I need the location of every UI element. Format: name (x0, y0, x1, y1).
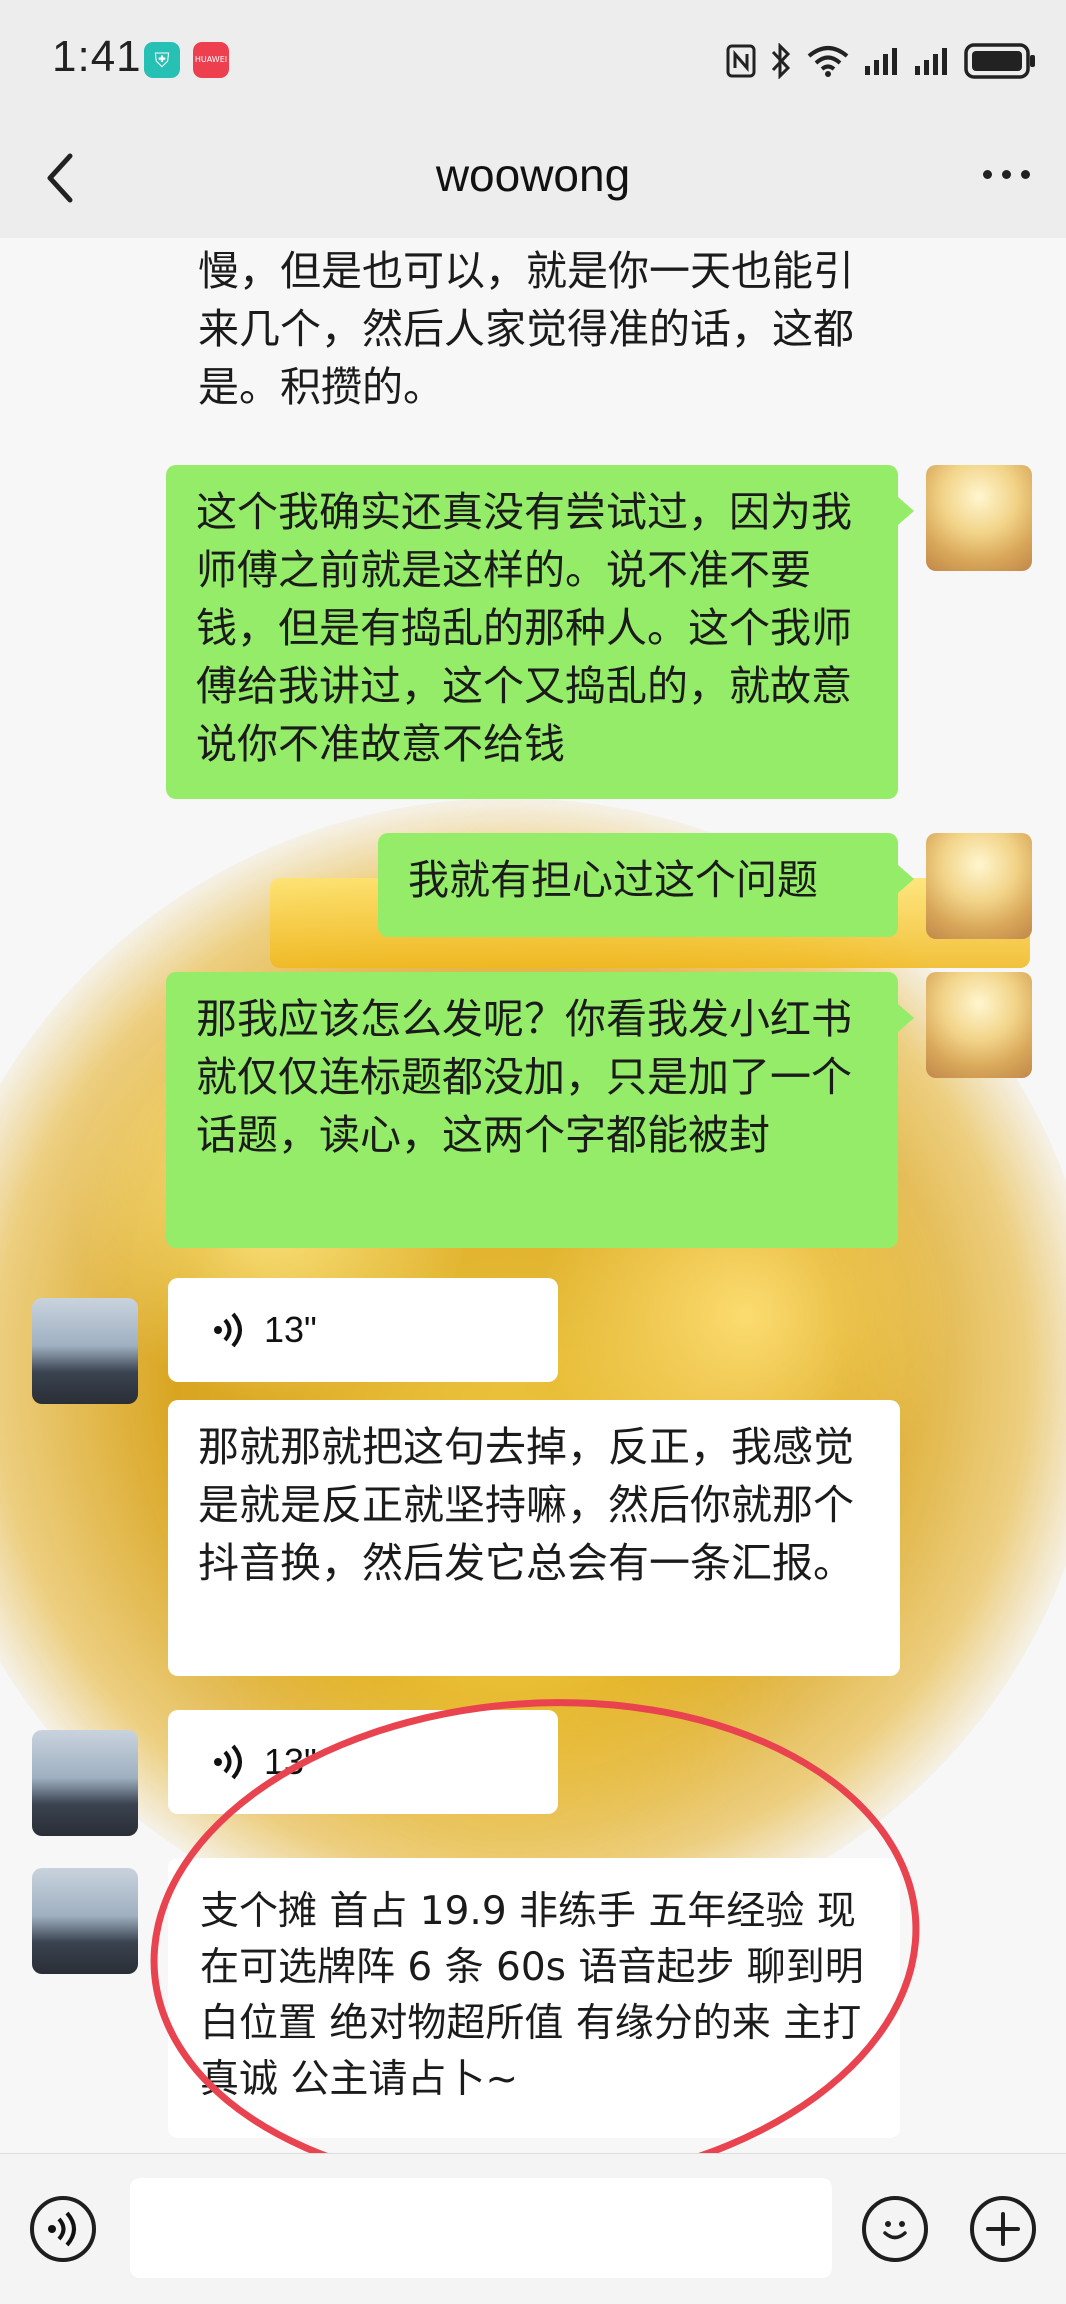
voice-wave-icon (214, 1312, 242, 1348)
chat-area[interactable]: 慢，但是也可以，就是你一天也能引来几个，然后人家觉得准的话，这都是。积攒的。 这… (0, 238, 1066, 2153)
voice-message[interactable]: 13" (168, 1278, 558, 1382)
chat-title: woowong (435, 149, 631, 201)
contact-avatar[interactable] (32, 1730, 138, 1836)
bubble-tail (898, 497, 914, 525)
status-bar: 1:41 ⛨ HUAWEI (0, 0, 1066, 118)
my-avatar[interactable] (926, 465, 1032, 571)
voice-duration: 13" (264, 1309, 317, 1350)
signal-icon-2 (915, 48, 947, 75)
contact-avatar[interactable] (32, 1868, 138, 1974)
my-avatar[interactable] (926, 972, 1032, 1078)
input-bar (0, 2153, 1066, 2304)
emoji-icon[interactable] (862, 2196, 928, 2262)
system-icons (726, 38, 1036, 84)
battery-icon (964, 43, 1035, 79)
my-avatar[interactable] (926, 833, 1032, 939)
message-text: 慢，但是也可以，就是你一天也能引来几个，然后人家觉得准的话，这都是。积攒的。 (198, 247, 854, 411)
bluetooth-icon (771, 43, 791, 79)
more-icon[interactable] (983, 170, 1030, 179)
wifi-icon (807, 46, 849, 77)
outgoing-message: 我就有担心过这个问题 (378, 833, 898, 937)
huawei-app-icon: HUAWEI (193, 42, 229, 78)
bubble-tail (898, 865, 914, 893)
bubble-tail (898, 1004, 914, 1032)
voice-transcript: 那就那就把这句去掉，反正，我感觉是就是反正就坚持嘛，然后你就那个抖音换，然后发它… (168, 1400, 900, 1676)
shield-app-icon: ⛨ (144, 42, 180, 78)
nfc-icon (726, 44, 756, 78)
message-input[interactable] (130, 2178, 832, 2278)
outgoing-message: 那我应该怎么发呢？你看我发小红书就仅仅连标题都没加，只是加了一个话题，读心，这两… (166, 972, 898, 1248)
voice-mode-icon[interactable] (30, 2196, 96, 2262)
contact-avatar[interactable] (32, 1298, 138, 1404)
status-time: 1:41 (52, 32, 142, 81)
signal-icon (865, 48, 897, 75)
outgoing-message: 这个我确实还真没有尝试过，因为我师傅之前就是这样的。说不准不要钱，但是有捣乱的那… (166, 465, 898, 799)
chat-header: woowong (0, 118, 1066, 238)
voice-wave-icon (214, 1744, 242, 1780)
plus-icon[interactable] (970, 2196, 1036, 2262)
